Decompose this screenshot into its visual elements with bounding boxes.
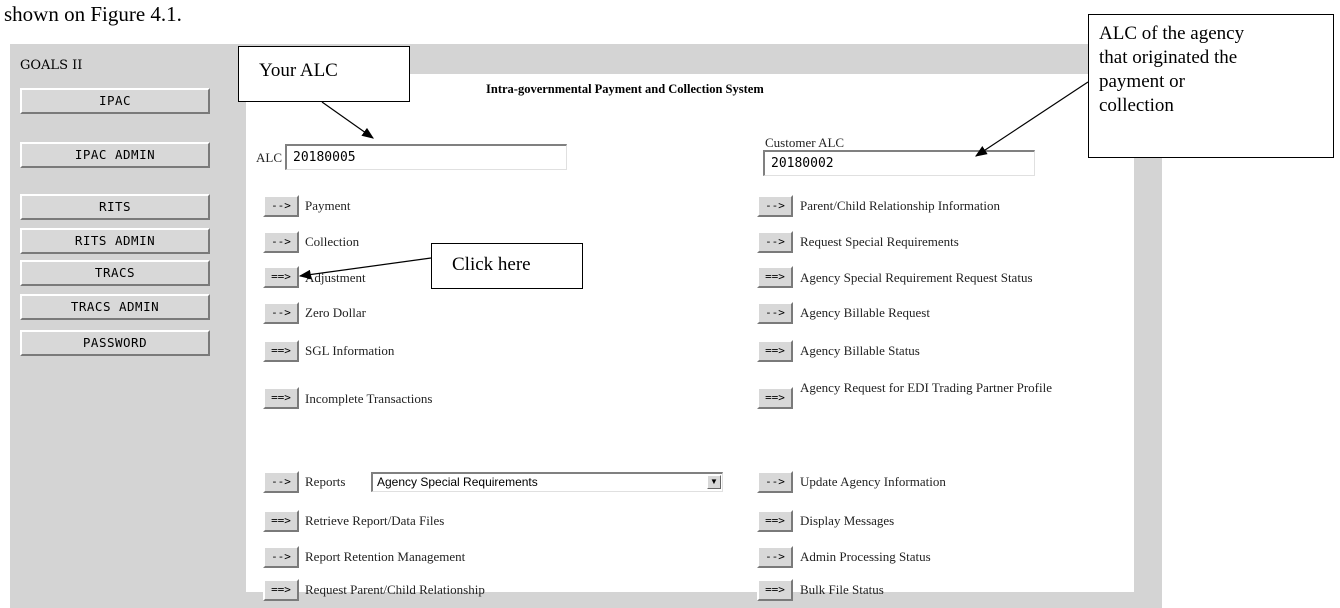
payment-label: Payment — [305, 198, 351, 213]
update-agency-label: Update Agency Information — [800, 474, 946, 489]
callout-agency-alc-line-1: ALC of the agency — [1099, 23, 1245, 44]
sidebar-button-rits-admin[interactable]: RITS ADMIN — [20, 228, 210, 254]
sidebar-button-tracs[interactable]: TRACS — [20, 260, 210, 286]
edi-profile-label: Agency Request for EDI Trading Partner P… — [800, 380, 1053, 395]
callout-agency-alc-line-2: that originated the — [1099, 47, 1238, 68]
callout-click-here: Click here — [431, 243, 583, 289]
alc-input[interactable]: 20180005 — [285, 144, 567, 170]
request-special-req-go-button[interactable]: --> — [757, 231, 793, 253]
collection-go-button[interactable]: --> — [263, 231, 299, 253]
customer-alc-input[interactable]: 20180002 — [763, 150, 1035, 176]
admin-processing-go-button[interactable]: --> — [757, 546, 793, 568]
incomplete-transactions-go-button[interactable]: ==> — [263, 387, 299, 409]
sgl-information-go-button[interactable]: ==> — [263, 340, 299, 362]
retrieve-report-go-button[interactable]: ==> — [263, 510, 299, 532]
sidebar-button-ipac[interactable]: IPAC — [20, 88, 210, 114]
callout-click-here-text: Click here — [452, 254, 531, 275]
billable-request-go-button[interactable]: --> — [757, 302, 793, 324]
chevron-down-icon[interactable]: ▼ — [707, 475, 721, 489]
billable-request-label: Agency Billable Request — [800, 305, 930, 320]
zero-dollar-label: Zero Dollar — [305, 305, 367, 320]
incomplete-transactions-label: Incomplete Transactions — [305, 391, 433, 406]
collection-label: Collection — [305, 234, 360, 249]
sidebar-button-ipac-admin[interactable]: IPAC ADMIN — [20, 142, 210, 168]
request-parent-child-label: Request Parent/Child Relationship — [305, 582, 485, 597]
sidebar-button-rits[interactable]: RITS — [20, 194, 210, 220]
edi-profile-go-button[interactable]: ==> — [757, 387, 793, 409]
report-retention-label: Report Retention Management — [305, 549, 466, 564]
sidebar-button-password[interactable]: PASSWORD — [20, 330, 210, 356]
parent-child-info-label: Parent/Child Relationship Information — [800, 198, 1001, 213]
payment-go-button[interactable]: --> — [263, 195, 299, 217]
callout-agency-alc: ALC of the agency that originated the pa… — [1088, 14, 1334, 158]
request-parent-child-go-button[interactable]: ==> — [263, 579, 299, 601]
special-req-status-go-button[interactable]: ==> — [757, 266, 793, 288]
alc-label: ALC — [256, 150, 282, 165]
report-retention-go-button[interactable]: --> — [263, 546, 299, 568]
request-special-req-label: Request Special Requirements — [800, 234, 959, 249]
display-messages-go-button[interactable]: ==> — [757, 510, 793, 532]
reports-label: Reports — [305, 474, 346, 489]
zero-dollar-go-button[interactable]: --> — [263, 302, 299, 324]
reports-select-value: Agency Special Requirements — [377, 475, 538, 489]
special-req-status-label: Agency Special Requirement Request Statu… — [800, 270, 1033, 285]
callout-your-alc-text: Your ALC — [259, 60, 338, 81]
parent-child-info-go-button[interactable]: --> — [757, 195, 793, 217]
callout-your-alc: Your ALC — [238, 46, 410, 102]
customer-alc-label: Customer ALC — [765, 135, 845, 150]
callout-agency-alc-line-3: payment or — [1099, 71, 1186, 92]
retrieve-report-label: Retrieve Report/Data Files — [305, 513, 445, 528]
document-caption-text: shown on Figure 4.1. — [4, 2, 182, 26]
reports-select[interactable]: Agency Special Requirements ▼ — [371, 472, 723, 492]
bulk-file-status-go-button[interactable]: ==> — [757, 579, 793, 601]
billable-status-go-button[interactable]: ==> — [757, 340, 793, 362]
bulk-file-status-label: Bulk File Status — [800, 582, 884, 597]
billable-status-label: Agency Billable Status — [800, 343, 920, 358]
reports-go-button[interactable]: --> — [263, 471, 299, 493]
app-name: GOALS II — [20, 58, 83, 73]
callout-agency-alc-line-4: collection — [1099, 95, 1174, 116]
sgl-information-label: SGL Information — [305, 343, 395, 358]
adjustment-label: Adjustment — [305, 270, 366, 285]
adjustment-go-button[interactable]: ==> — [263, 266, 299, 288]
admin-processing-label: Admin Processing Status — [800, 549, 931, 564]
system-title: Intra-governmental Payment and Collectio… — [486, 82, 764, 96]
sidebar-button-tracs-admin[interactable]: TRACS ADMIN — [20, 294, 210, 320]
display-messages-label: Display Messages — [800, 513, 895, 528]
update-agency-go-button[interactable]: --> — [757, 471, 793, 493]
